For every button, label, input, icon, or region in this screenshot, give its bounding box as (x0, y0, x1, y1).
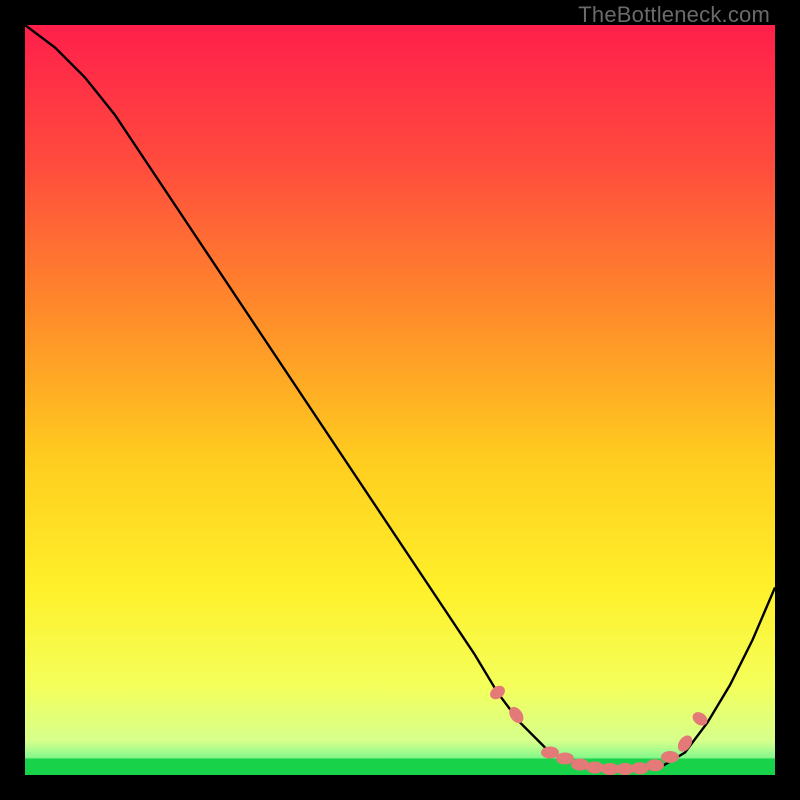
optimum-dot (646, 759, 664, 771)
gradient-background (25, 25, 775, 775)
bottleneck-chart (25, 25, 775, 775)
plot-frame (25, 25, 775, 775)
optimum-dot (661, 751, 679, 763)
optimum-dot (541, 747, 559, 759)
optimum-dot (556, 753, 574, 765)
